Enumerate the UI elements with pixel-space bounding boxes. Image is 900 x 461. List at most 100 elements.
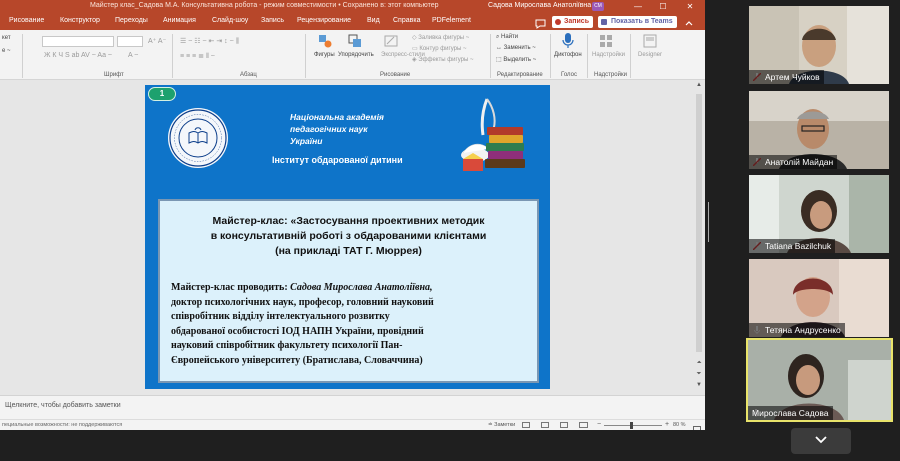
dictate-button[interactable]: Диктофон — [554, 52, 582, 58]
select-button[interactable]: ⬚ Выделить ~ — [496, 56, 536, 63]
grow-font-icon[interactable]: A⁺ A⁻ — [148, 37, 166, 45]
slideshow-view-icon[interactable] — [579, 422, 588, 428]
notes-placeholder[interactable]: Щелкните, чтобы добавить заметки — [5, 402, 121, 409]
minimize-button[interactable]: — — [631, 1, 645, 12]
find-button[interactable]: ⌕ Найти — [496, 34, 518, 41]
teams-icon — [601, 19, 607, 25]
designer-icon[interactable] — [643, 34, 657, 48]
shapes-button[interactable]: Фигуры — [314, 52, 335, 58]
group-divider — [630, 34, 631, 78]
scrollbar-thumb[interactable] — [696, 94, 702, 352]
academy-seal-logo — [168, 108, 228, 168]
tab-pdfelement[interactable]: PDFelement — [432, 17, 471, 24]
scroll-up-icon[interactable]: ▲ — [695, 82, 703, 88]
masterclass-title: Майстер-клас: «Застосування проективних … — [210, 215, 487, 257]
scroll-down-icon[interactable]: ▼ — [695, 382, 703, 388]
participant-tile-active-speaker[interactable]: Мирослава Садова — [746, 338, 893, 422]
participant-name: Tatiana Bazilchuk — [749, 239, 836, 253]
arrange-icon[interactable] — [348, 34, 362, 48]
masterclass-speaker-info: Майстер-клас проводить: Садова Мирослава… — [171, 282, 434, 366]
record-button[interactable]: Запись — [552, 16, 594, 28]
font-name-field[interactable] — [42, 36, 114, 47]
tab-animation[interactable]: Анимация — [163, 17, 196, 24]
meeting-participants-panel: Артем Чуйков Анатолій Майдан Tatiana Baz… — [705, 0, 900, 461]
previous-slide-icon[interactable]: ⏶ — [695, 360, 703, 367]
shape-effects-button[interactable]: ◈ Эффекты фигуры ~ — [412, 56, 473, 63]
notes-toggle-button[interactable]: ≐ Заметки — [488, 422, 515, 428]
slide[interactable]: 1 Національна академія педагогічних наук… — [145, 85, 550, 389]
academy-name: Національна академія педагогічних наук У… — [290, 112, 384, 146]
notes-pane[interactable]: Щелкните, чтобы добавить заметки — [0, 395, 705, 419]
speaker-name: Садова Мирослава Анатоліївна, — [290, 282, 433, 293]
group-divider — [490, 34, 491, 78]
chevron-down-icon — [815, 436, 827, 444]
participant-tile[interactable]: Tatiana Bazilchuk — [749, 175, 889, 253]
zoom-in-icon[interactable]: + — [665, 421, 669, 428]
replace-button[interactable]: ↔ Заменить ~ — [496, 45, 536, 51]
participant-name: Анатолій Майдан — [749, 155, 838, 169]
zoom-level[interactable]: 80 % — [673, 422, 686, 428]
slide-number-badge: 1 — [148, 87, 176, 101]
participant-tile[interactable]: Артем Чуйков — [749, 6, 889, 84]
group-divider — [305, 34, 306, 78]
panel-resize-handle[interactable] — [708, 202, 711, 242]
addins-button[interactable]: Надстройки — [592, 52, 625, 58]
avatar[interactable]: СМ — [592, 2, 604, 11]
participant-tile[interactable]: Анатолій Майдан — [749, 91, 889, 169]
participant-name: Мирослава Садова — [748, 406, 833, 420]
tab-help[interactable]: Справка — [393, 17, 420, 24]
addins-icon[interactable] — [599, 34, 613, 48]
quick-styles-icon[interactable] — [384, 34, 398, 48]
reading-view-icon[interactable] — [560, 422, 568, 428]
tab-record[interactable]: Запись — [261, 17, 284, 24]
group-divider — [22, 34, 23, 78]
align-icons[interactable]: ≡ ≡ ≡ ≣ ⫴ ~ — [180, 52, 215, 61]
show-in-teams-button[interactable]: Показать в Teams — [598, 16, 677, 28]
vertical-scrollbar[interactable]: ▲ ⏶ ⏷ ▼ — [693, 80, 705, 395]
accessibility-status[interactable]: пециальные возможности: не поддерживаютс… — [2, 422, 122, 428]
participant-name: Тетяна Андрусенко — [749, 323, 845, 337]
zoom-slider[interactable] — [604, 425, 662, 426]
shape-fill-button[interactable]: ◇ Заливка фигуры ~ — [412, 34, 469, 41]
list-icons[interactable]: ☰ ~ ☷ ~ ⇤ ⇥ ↕ ~ ⫼ — [180, 37, 239, 46]
group-label-font: Шрифт — [104, 72, 124, 78]
record-icon — [555, 19, 561, 25]
institute-name: Інститут обдарованої дитини — [272, 155, 403, 165]
group-divider — [172, 34, 173, 78]
font-size-field[interactable] — [117, 36, 143, 47]
tab-drawing[interactable]: Рисование — [9, 17, 44, 24]
group-label-editing: Редактирование — [497, 72, 543, 78]
masterclass-textbox[interactable]: Майстер-клас: «Застосування проективних … — [158, 199, 539, 383]
fit-to-window-icon[interactable] — [693, 421, 701, 430]
tab-slideshow[interactable]: Слайд-шоу — [212, 17, 248, 24]
ribbon: кет е ~ A⁺ A⁻ Ж К Ч S ab AV ~ Aa ~ A ~ Ш… — [0, 30, 705, 80]
slide-sorter-icon[interactable] — [541, 422, 549, 428]
zoom-out-icon[interactable]: − — [597, 421, 601, 428]
document-title: Майстер клас_Садова М.А. Консультативна … — [90, 2, 439, 9]
user-name[interactable]: Садова Мирослава Анатоліївна — [488, 2, 591, 9]
books-and-quill-image — [461, 98, 525, 171]
next-slide-icon[interactable]: ⏷ — [695, 371, 703, 378]
microphone-icon[interactable] — [561, 33, 575, 48]
tab-review[interactable]: Рецензирование — [297, 17, 351, 24]
expand-panel-button[interactable] — [791, 428, 851, 454]
tab-design[interactable]: Конструктор — [60, 17, 100, 24]
maximize-button[interactable]: ☐ — [656, 1, 670, 12]
tab-transitions[interactable]: Переходы — [115, 17, 148, 24]
participant-tile[interactable]: Тетяна Андрусенко — [749, 259, 889, 337]
zoom-slider-thumb[interactable] — [630, 422, 633, 429]
slide-editor[interactable]: 1 Національна академія педагогічних наук… — [0, 80, 705, 395]
shape-outline-button[interactable]: ▭ Контур фигуры ~ — [412, 45, 466, 52]
shapes-icon[interactable] — [318, 34, 332, 48]
title-bar: Майстер клас_Садова М.А. Консультативна … — [0, 0, 705, 13]
ribbon-stub-text: кет — [2, 35, 11, 41]
arrange-button[interactable]: Упорядочить — [338, 52, 374, 58]
normal-view-icon[interactable] — [522, 422, 530, 428]
powerpoint-window: Майстер клас_Садова М.А. Консультативна … — [0, 0, 705, 430]
font-format-icons[interactable]: Ж К Ч S ab AV ~ Aa ~ — [44, 52, 112, 59]
designer-button[interactable]: Designer — [638, 52, 662, 58]
group-label-addins: Надстройки — [594, 72, 627, 78]
tab-view[interactable]: Вид — [367, 17, 380, 24]
close-button[interactable]: ✕ — [683, 1, 697, 12]
font-color-icon[interactable]: A ~ — [128, 52, 138, 59]
